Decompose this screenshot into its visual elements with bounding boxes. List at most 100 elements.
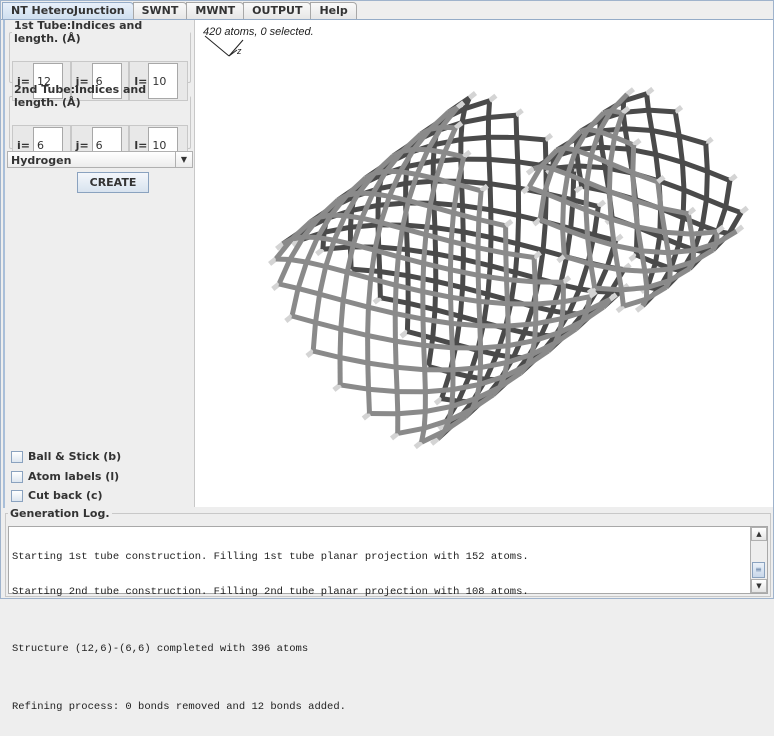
carbon-bond <box>649 110 652 130</box>
carbon-bond <box>660 236 679 244</box>
carbon-bond <box>396 257 398 286</box>
hydrogen-bond <box>688 209 694 214</box>
carbon-bond <box>318 238 335 241</box>
carbon-bond <box>429 338 433 366</box>
carbon-bond <box>395 341 423 345</box>
carbon-bond <box>625 129 628 149</box>
cut-back-checkbox[interactable]: Cut back (c) <box>11 489 103 502</box>
carbon-bond <box>395 285 396 313</box>
carbon-bond <box>371 279 396 286</box>
hydrogen-bond <box>616 236 622 241</box>
carbon-bond <box>636 255 655 263</box>
nanotube-render[interactable]: z <box>195 20 773 507</box>
carbon-bond <box>426 235 451 242</box>
carbon-bond <box>407 250 408 276</box>
tab-mwnt[interactable]: MWNT <box>186 2 244 19</box>
tab-nt-heterojunction[interactable]: NT HeteroJunction <box>2 2 134 19</box>
terminator-select[interactable]: Hydrogen ▼ <box>7 151 193 168</box>
scrollbar-thumb[interactable]: ≡ <box>752 562 765 578</box>
carbon-bond <box>489 115 517 117</box>
carbon-bond <box>451 297 479 301</box>
carbon-bond <box>588 238 591 264</box>
carbon-bond <box>480 326 481 348</box>
carbon-bond <box>536 319 563 324</box>
hydrogen-bond <box>317 249 323 254</box>
hydrogen-bond <box>617 306 623 311</box>
carbon-bond <box>425 390 453 392</box>
checkbox-icon[interactable] <box>11 471 23 483</box>
hydrogen-bond <box>576 186 582 191</box>
carbon-bond <box>369 389 370 413</box>
carbon-bond <box>688 214 691 234</box>
hydrogen-bond <box>490 96 496 101</box>
carbon-bond <box>298 262 307 288</box>
checkbox-icon[interactable] <box>11 490 23 502</box>
carbon-bond <box>668 250 693 252</box>
carbon-bond <box>313 351 340 357</box>
checkbox-icon[interactable] <box>11 451 23 463</box>
carbon-bond <box>683 218 702 226</box>
tab-help[interactable]: Help <box>310 2 356 19</box>
atom-labels-checkbox[interactable]: Atom labels (l) <box>11 470 119 483</box>
molecule-viewer[interactable]: z 420 atoms, 0 selected. <box>194 20 773 507</box>
carbon-bond <box>658 182 661 208</box>
axis-indicator: z <box>205 36 243 56</box>
generation-log-text: Starting 1st tube construction. Filling … <box>12 529 747 736</box>
carbon-bond <box>707 171 730 180</box>
carbon-bond <box>591 156 610 164</box>
tube2-l-label: l= <box>134 139 148 152</box>
carbon-bond <box>368 336 396 342</box>
carbon-bond <box>292 316 316 323</box>
carbon-bond <box>517 137 546 140</box>
hydrogen-bond <box>730 176 736 181</box>
hydrogen-bond <box>706 139 712 144</box>
carbon-bond <box>451 297 452 323</box>
carbon-bond <box>454 213 479 220</box>
scroll-down-icon[interactable]: ▼ <box>751 579 767 593</box>
scroll-up-icon[interactable]: ▲ <box>751 527 767 541</box>
carbon-bond <box>652 131 679 136</box>
carbon-bond <box>451 213 453 242</box>
carbon-bond <box>580 263 589 289</box>
carbon-bond <box>398 428 425 433</box>
hydrogen-bond <box>286 316 292 321</box>
carbon-bond <box>435 228 463 232</box>
tube2-i-label: i= <box>17 139 33 152</box>
carbon-bond <box>517 137 518 161</box>
create-button[interactable]: CREATE <box>77 172 149 193</box>
carbon-bond <box>398 228 402 256</box>
generation-log-textarea[interactable]: Starting 1st tube construction. Filling … <box>8 526 768 594</box>
carbon-bond <box>524 306 533 332</box>
carbon-bond <box>534 258 535 282</box>
carbon-bond <box>506 253 507 279</box>
tab-swnt[interactable]: SWNT <box>133 2 188 19</box>
chevron-down-icon[interactable]: ▼ <box>175 151 192 168</box>
carbon-bond <box>656 155 659 181</box>
carbon-bond <box>488 266 490 295</box>
carbon-bond <box>298 288 320 294</box>
tab-output[interactable]: OUTPUT <box>243 2 311 19</box>
carbon-bond <box>340 329 341 357</box>
carbon-bond <box>463 288 488 295</box>
carbon-bond <box>518 244 543 251</box>
carbon-bond <box>320 267 326 295</box>
carbon-bond <box>489 159 490 183</box>
hydrogen-bond <box>392 433 398 438</box>
carbon-bond <box>536 302 564 304</box>
carbon-bond <box>478 248 506 254</box>
carbon-bond <box>633 145 634 173</box>
carbon-bond <box>456 316 460 344</box>
log-scrollbar[interactable]: ▲ ≡ ▼ <box>750 527 767 593</box>
carbon-bond <box>340 385 368 389</box>
carbon-bond <box>435 228 436 254</box>
carbon-bond <box>702 199 706 226</box>
carbon-bond <box>675 112 679 136</box>
carbon-bond <box>378 203 406 205</box>
carbon-bond <box>563 229 565 257</box>
carbon-bond <box>452 348 453 370</box>
carbon-bond <box>656 155 683 163</box>
carbon-bond <box>682 162 707 171</box>
log-line: Refining process: 0 bonds removed and 12… <box>12 702 747 714</box>
carbon-bond <box>450 270 478 276</box>
ball-stick-checkbox[interactable]: Ball & Stick (b) <box>11 450 121 463</box>
